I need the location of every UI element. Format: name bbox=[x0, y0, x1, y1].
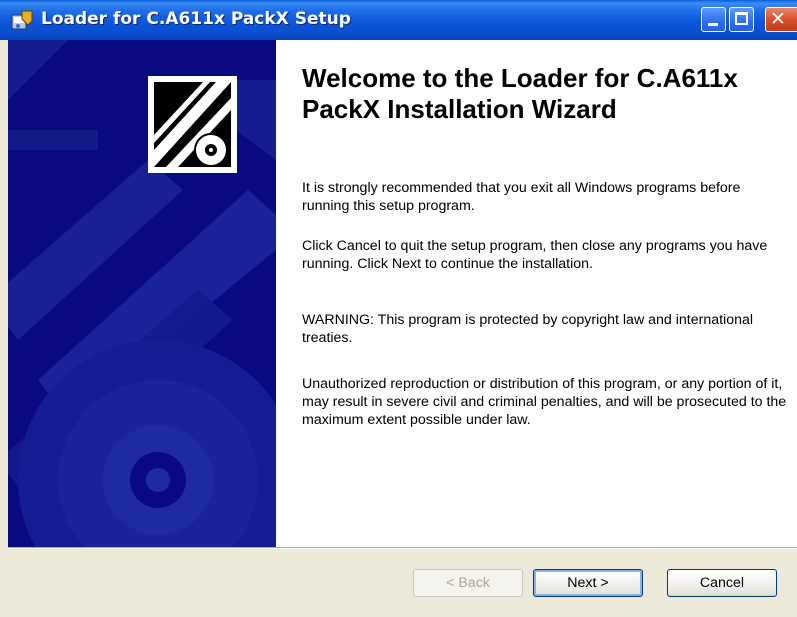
close-button[interactable]: ✕ bbox=[765, 7, 797, 32]
back-button[interactable]: < Back bbox=[413, 569, 523, 597]
warning-text: WARNING: This program is protected by co… bbox=[302, 312, 754, 346]
recommendation-text: It is strongly recommended that you exit… bbox=[302, 180, 741, 214]
instructions-text: Click Cancel to quit the setup program, … bbox=[302, 238, 768, 272]
maximize-icon bbox=[735, 12, 748, 25]
window-title: Loader for C.A611x PackX Setup bbox=[41, 9, 351, 29]
banner-artwork bbox=[8, 40, 276, 547]
setup-icon bbox=[11, 10, 33, 30]
legal-text: Unauthorized reproduction or distributio… bbox=[302, 376, 787, 428]
wizard-banner bbox=[8, 40, 276, 547]
minimize-icon bbox=[708, 23, 718, 26]
title-bar[interactable]: Loader for C.A611x PackX Setup ✕ bbox=[0, 0, 797, 40]
setup-window: Loader for C.A611x PackX Setup ✕ Welcome… bbox=[0, 0, 797, 617]
welcome-panel: Welcome to the Loader for C.A611x PackX … bbox=[276, 40, 797, 547]
close-icon: ✕ bbox=[770, 8, 786, 30]
welcome-title: Welcome to the Loader for C.A611x PackX … bbox=[302, 63, 738, 124]
button-bar: < Back Next > Cancel bbox=[0, 549, 797, 617]
minimize-button[interactable] bbox=[701, 7, 726, 32]
maximize-button[interactable] bbox=[729, 7, 754, 32]
next-button[interactable]: Next > bbox=[533, 569, 643, 597]
cancel-button[interactable]: Cancel bbox=[667, 569, 777, 597]
